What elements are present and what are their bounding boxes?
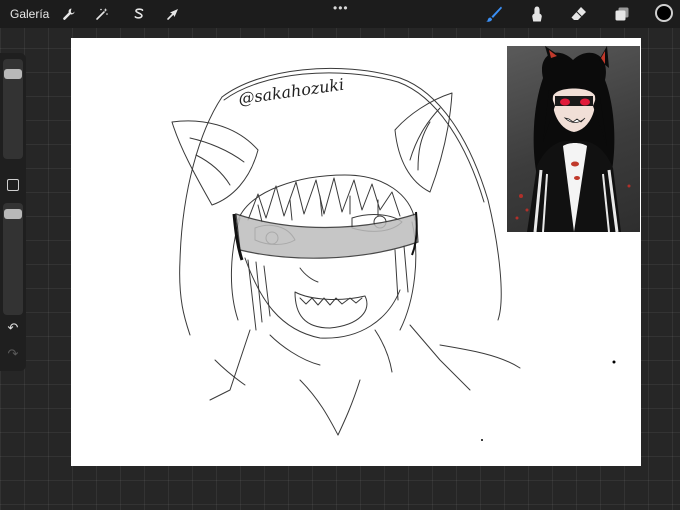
redo-button[interactable]: ↷ [5, 347, 21, 361]
selection-icon[interactable] [129, 4, 149, 24]
color-picker-button[interactable] [655, 4, 673, 22]
top-toolbar: Galería ••• [0, 0, 680, 28]
square-icon[interactable] [7, 179, 19, 191]
gallery-button[interactable]: Galería [10, 7, 49, 21]
reference-illustration [515, 46, 631, 232]
layers-icon[interactable] [612, 4, 632, 24]
undo-button[interactable]: ↶ [5, 321, 21, 335]
brush-size-slider-thumb[interactable] [4, 69, 22, 79]
opacity-slider-thumb[interactable] [4, 209, 22, 219]
brush-size-slider[interactable] [3, 59, 23, 159]
magic-wand-icon[interactable] [92, 4, 112, 24]
wrench-icon[interactable] [59, 4, 79, 24]
transform-arrow-icon[interactable] [163, 4, 183, 24]
sidebar: ↶ ↷ [0, 53, 26, 371]
smudge-icon[interactable] [527, 4, 547, 24]
eraser-icon[interactable] [569, 4, 589, 24]
opacity-slider[interactable] [3, 203, 23, 315]
reference-image[interactable] [507, 46, 640, 232]
brush-icon[interactable] [484, 4, 504, 24]
more-actions-button[interactable]: ••• [333, 1, 349, 15]
